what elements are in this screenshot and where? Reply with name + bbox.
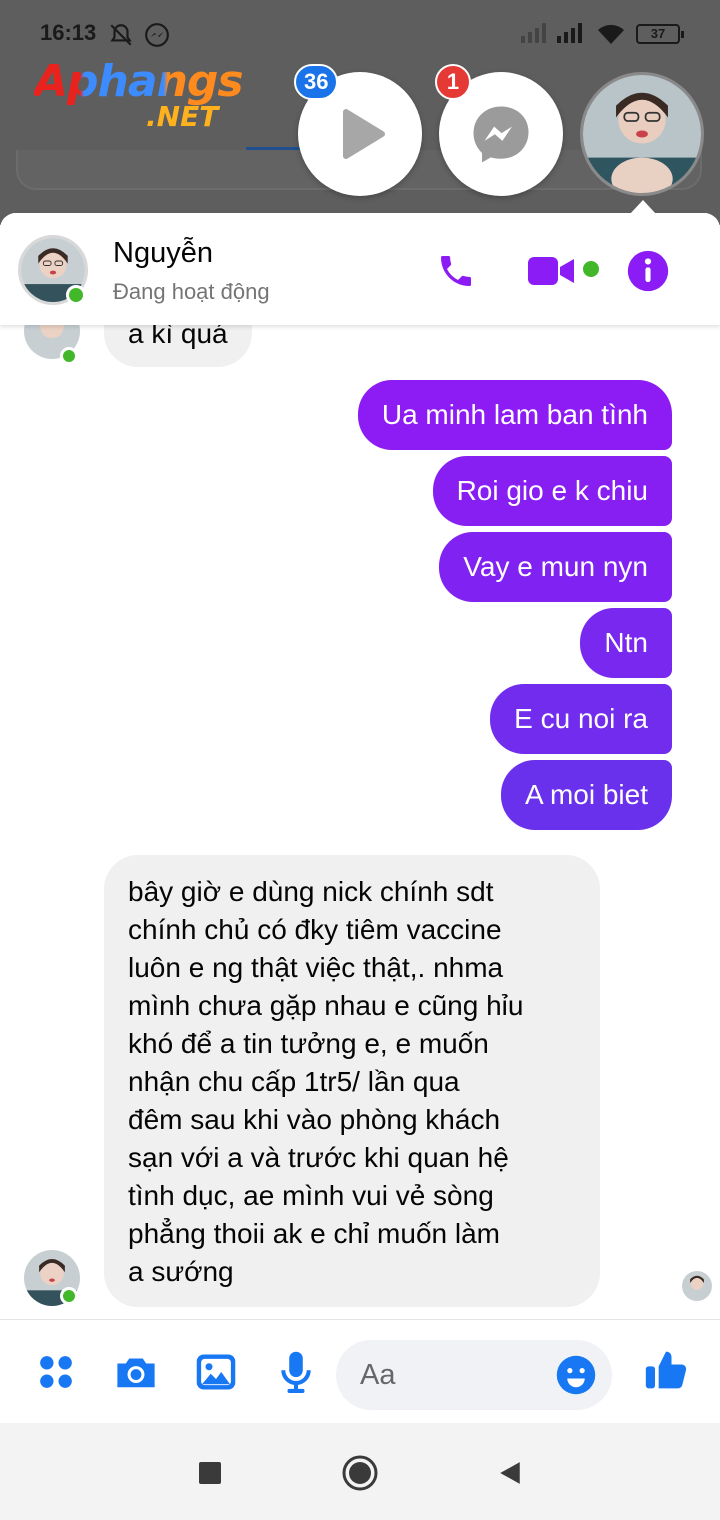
message-line: luôn e ng thật việc thật,. nhma [128,952,504,983]
message-line: chính chủ có đky tiêm vaccine [128,914,502,945]
microphone-icon[interactable] [274,1350,318,1394]
chat-header: Nguyễn Đang hoạt động [0,213,720,325]
message-text: E cu noi ra [514,703,648,734]
chathead-pointer [630,200,656,214]
messenger-status-icon [144,22,170,53]
contact-name: Nguyễn [113,237,213,269]
message-list[interactable]: a kì quá Ua minh lam ban tình Roi gio e … [0,325,720,1319]
seen-avatar [682,1271,712,1301]
watermark-logo: Aphangs .NET [34,56,254,136]
message-text: Vay e mun nyn [463,551,648,582]
message-text: A moi biet [525,779,648,810]
online-indicator [66,285,86,305]
emoji-icon[interactable] [554,1353,598,1397]
play-icon [343,109,385,159]
home-button[interactable] [340,1453,380,1493]
message-text: Ntn [604,627,648,658]
chat-panel: Nguyễn Đang hoạt động a kì quá Ua minh l… [0,213,720,1423]
message-bubble-outgoing[interactable]: E cu noi ra [490,684,672,754]
message-bubble-outgoing[interactable]: Ntn [580,608,672,678]
watermark-suffix: .NET [146,100,219,133]
apps-icon[interactable] [34,1350,78,1394]
video-call-icon[interactable] [526,247,578,295]
recents-button[interactable] [190,1453,230,1493]
wifi-icon [596,22,626,51]
contact-status: Đang hoạt động [113,279,270,304]
message-input-container[interactable] [336,1340,612,1410]
message-text: Roi gio e k chiu [456,475,648,506]
battery-icon: 37 [636,24,684,44]
camera-icon[interactable] [114,1350,158,1394]
message-line: đêm sau khi vào phòng khách [128,1104,501,1135]
message-line: a sướng [128,1256,234,1287]
composer-bar [0,1319,720,1423]
info-icon[interactable] [624,247,672,295]
message-bubble-incoming-partial[interactable]: a kì quá [104,325,252,367]
message-line: khó để a tin tưởng e, e muốn [128,1028,489,1059]
messenger-chathead[interactable]: 1 [435,64,563,196]
bell-off-icon [108,22,134,53]
messenger-icon [473,106,529,163]
message-line: mình chưa gặp nhau e cũng hỉu [128,990,524,1021]
messenger-badge: 1 [435,64,471,100]
message-line: bây giờ e dùng nick chính sdt [128,876,494,907]
online-indicator [60,1287,78,1305]
phone-icon[interactable] [432,247,480,295]
signal-icon [520,22,550,49]
contact-chathead-avatar[interactable] [580,72,704,196]
back-button[interactable] [490,1453,530,1493]
message-line: phẳng thoii ak e chỉ muốn làm [128,1218,500,1249]
avatar [583,75,701,193]
message-bubble-outgoing[interactable]: Ua minh lam ban tình [357,380,672,450]
status-bar: 16:13 37 [0,0,720,64]
status-time: 16:13 [40,20,97,45]
video-online-indicator [583,261,599,277]
video-badge: 36 [294,64,339,100]
message-text: Ua minh lam ban tình [381,399,648,430]
message-bubble-outgoing[interactable]: Roi gio e k chiu [432,456,672,526]
message-bubble-outgoing[interactable]: Vay e mun nyn [439,532,672,602]
thumbs-up-icon[interactable] [644,1348,688,1392]
message-line: sạn với a và trước khi quan hệ [128,1142,509,1173]
message-bubble-incoming[interactable]: bây giờ e dùng nick chính sdt chính chủ … [104,855,600,1307]
message-input[interactable] [360,1340,560,1410]
signal-icon-2 [556,22,586,49]
system-navigation-bar [0,1423,720,1520]
message-line: tình dục, ae mình vui vẻ sòng [128,1180,494,1211]
message-bubble-outgoing[interactable]: A moi biet [501,760,672,830]
video-chathead[interactable]: 36 [294,64,422,196]
message-text: a kì quá [128,325,228,349]
message-line: nhận chu cấp 1tr5/ lần qua [128,1066,460,1097]
gallery-icon[interactable] [194,1350,238,1394]
online-indicator [60,347,78,365]
